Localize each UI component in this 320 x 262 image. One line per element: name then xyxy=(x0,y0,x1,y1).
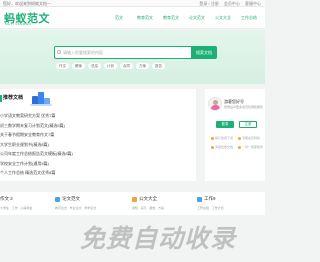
perk-dot-icon xyxy=(238,145,241,149)
doc-list: 小学语文教案研究方案 优秀7篇 初三数学期末复习计划范文(精选5篇) 关于春节假… xyxy=(0,111,73,178)
user-panel: 游客您好号 登录后享更多会员优惠和服务 登录 注册 每日免费下载 专属会员特权 … xyxy=(205,89,265,181)
hot-tag[interactable]: 作文 xyxy=(56,63,69,69)
books-illustration-icon xyxy=(30,92,52,106)
perk-item: 每日免费下载 xyxy=(211,136,233,140)
register-button[interactable]: 注册 xyxy=(239,121,257,128)
nav-item-work-summary[interactable]: 工作总结 xyxy=(236,7,262,29)
category-essay[interactable]: 作文 2 大学生 · 工作 · 心得体会 xyxy=(0,195,60,213)
login-button[interactable]: 登录 xyxy=(216,121,234,128)
avatar xyxy=(208,97,222,111)
category-title: 论文范文 xyxy=(62,196,80,201)
hot-tag[interactable]: 计划 xyxy=(104,63,117,69)
search-input[interactable]: 请输入你要搜索的内容 xyxy=(54,46,191,59)
category-title: 作文 2 xyxy=(0,196,13,201)
list-item[interactable]: 大学生职业规划书(精选8篇) xyxy=(0,140,73,150)
official-docs-icon xyxy=(132,197,137,202)
hot-tag[interactable]: 教案 xyxy=(72,63,85,69)
watermark-text: 免费自动收录 xyxy=(80,224,237,253)
nav-item-thesis[interactable]: 论文范文 xyxy=(184,7,210,29)
list-item[interactable]: 初三数学期末复习计划范文(精选5篇) xyxy=(0,121,73,131)
category-strip: 作文 2 大学生 · 工作 · 心得体会 论文范文 教育论文 · 毕业论文 · … xyxy=(0,192,265,215)
service-center-link[interactable]: 客服中心 xyxy=(245,1,261,6)
category-subtitle: 教育论文 · 毕业论文 · 学术论文 xyxy=(55,206,97,210)
category-official-docs[interactable]: 公文大全 通知 · 请示 · 报告 · 方案 xyxy=(132,195,192,213)
search-button[interactable]: 搜索文档 xyxy=(191,46,217,59)
category-subtitle: 大学生 · 工作 · 心得体会 xyxy=(0,206,33,210)
perk-item: 专属会员特权 xyxy=(238,136,260,140)
nav-item-education-2[interactable]: 教育范文 xyxy=(158,7,184,29)
hot-tag[interactable]: 总结 xyxy=(88,63,101,69)
category-work[interactable]: 工作9 工作总结 · 工作计划 xyxy=(197,195,257,213)
search-bar: 请输入你要搜索的内容 搜索文档 xyxy=(54,46,217,59)
category-subtitle: 通知 · 请示 · 报告 · 方案 xyxy=(132,206,164,210)
perk-item: 海量优质文档 xyxy=(211,145,233,149)
recommended-docs-panel: 推荐文档 小学语文教案研究方案 优秀7篇 初三数学期末复习计划范文(精选5篇) … xyxy=(0,89,196,181)
hot-tags: 作文 教案 总结 计划 合同 方案 报告 xyxy=(56,63,168,69)
category-title: 公文大全 xyxy=(139,196,157,201)
list-item[interactable]: 关于春节假期安全教育作文7篇 xyxy=(0,130,73,140)
user-tip: 登录后享更多会员优惠和服务 xyxy=(224,105,264,109)
site-logo-subtitle: MAYI FANWEN xyxy=(5,22,32,26)
section-accent-bar xyxy=(0,95,2,102)
list-item[interactable]: 个人工作总结 精选范文优秀8篇 xyxy=(0,168,73,178)
site-header: 蚂蚁范文 MAYI FANWEN 范文 教育范文 教育范文 论文范文 公文大全 … xyxy=(0,7,265,29)
avatar-body-icon xyxy=(211,105,220,110)
nav-item-education[interactable]: 教育范文 xyxy=(132,7,158,29)
perk-dot-icon xyxy=(238,136,241,140)
main-nav: 范文 教育范文 教育范文 论文范文 公文大全 工作总结 xyxy=(106,7,262,29)
search-icon xyxy=(57,50,61,54)
nav-item-official-docs[interactable]: 公文大全 xyxy=(210,7,236,29)
category-subtitle: 工作总结 · 工作计划 xyxy=(197,206,224,210)
nav-item-fanwen[interactable]: 范文 xyxy=(106,7,132,29)
category-title: 工作9 xyxy=(204,196,216,201)
member-center-link[interactable]: 会员中心 xyxy=(224,1,240,6)
welcome-text: 您好，欢迎来到蚂蚁文档一 xyxy=(3,1,51,6)
top-bar: 您好，欢迎来到蚂蚁文档一 登录 / 注册 会员中心 客服中心 xyxy=(0,0,265,7)
category-thesis[interactable]: 论文范文 教育论文 · 毕业论文 · 学术论文 xyxy=(55,195,115,213)
section-title: 推荐文档 xyxy=(3,95,24,101)
list-item[interactable]: 公司年度工作总结报告范文模板(精选8篇) xyxy=(0,149,73,159)
login-register-link[interactable]: 登录 / 注册 xyxy=(199,1,218,6)
hot-tag[interactable]: 报告 xyxy=(152,63,165,69)
perk-dot-icon xyxy=(211,145,214,149)
top-links: 登录 / 注册 会员中心 客服中心 xyxy=(195,0,261,7)
thesis-icon xyxy=(55,197,60,202)
list-item[interactable]: 学校安全工作计划(通用5篇) xyxy=(0,159,73,169)
work-icon xyxy=(197,197,202,202)
perk-dot-icon xyxy=(211,136,214,140)
hot-tag[interactable]: 合同 xyxy=(120,63,133,69)
list-item[interactable]: 小学语文教案研究方案 优秀7篇 xyxy=(0,111,73,121)
hot-tag[interactable]: 方案 xyxy=(136,63,149,69)
perk-item: 一对一客服服务 xyxy=(238,145,263,149)
